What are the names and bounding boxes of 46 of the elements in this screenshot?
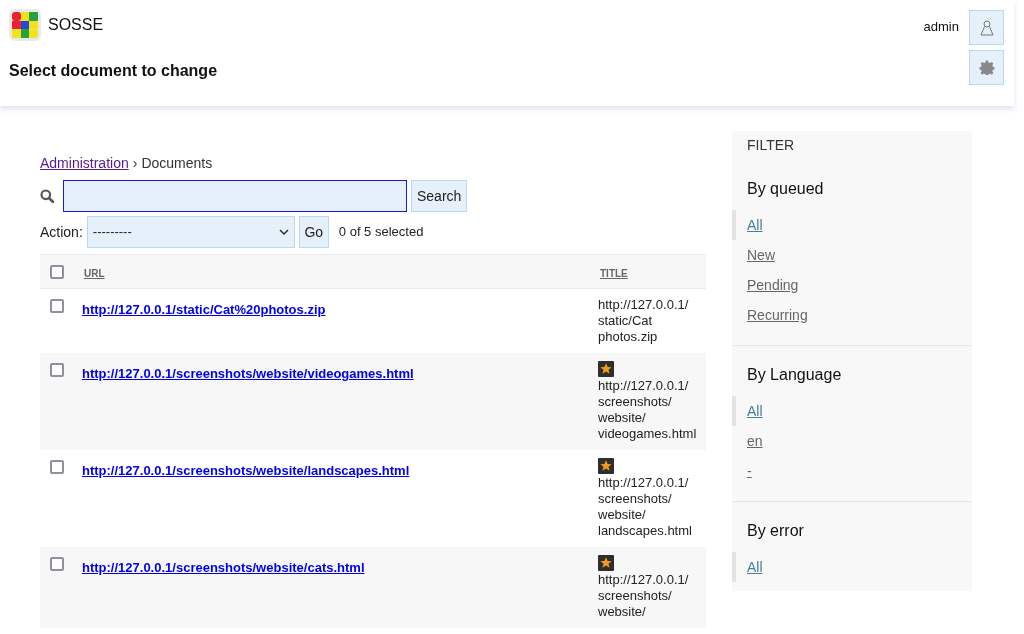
brand-name[interactable]: SOSSE bbox=[48, 13, 104, 37]
filter-heading: FILTER bbox=[747, 136, 796, 155]
filter-option[interactable]: All bbox=[732, 552, 763, 582]
url-link[interactable]: http://127.0.0.1/screenshots/website/cats.html bbox=[82, 560, 365, 575]
title-text: http://127.0.0.1/screenshots/website/landscapes.html bbox=[598, 475, 693, 539]
select-all-checkbox[interactable] bbox=[50, 264, 64, 279]
filter-option[interactable]: All bbox=[732, 396, 763, 426]
user-icon bbox=[979, 19, 994, 36]
row-checkbox[interactable] bbox=[50, 363, 64, 377]
search-button[interactable]: Search bbox=[411, 180, 468, 212]
filter-option[interactable]: New bbox=[732, 240, 775, 270]
filter-group-title: By error bbox=[747, 521, 805, 541]
breadcrumb-link[interactable]: Administration bbox=[40, 153, 129, 173]
filter-option[interactable]: - bbox=[732, 456, 752, 486]
action-label: Action: bbox=[40, 222, 83, 242]
settings-button[interactable] bbox=[969, 50, 1004, 85]
page-title: Select document to change bbox=[9, 61, 218, 81]
title-text: http://127.0.0.1/screenshots/website/videogames.html bbox=[598, 378, 698, 442]
chevron-down-icon bbox=[278, 229, 289, 235]
username: admin bbox=[923, 18, 959, 36]
filter-group-title: By Language bbox=[747, 365, 843, 385]
title-text: http://127.0.0.1/screenshots/website/ bbox=[598, 572, 690, 620]
logo-icon bbox=[9, 9, 41, 41]
title-text: http://127.0.0.1/static/Cat photos.zip bbox=[598, 297, 690, 345]
breadcrumb-separator: › bbox=[132, 154, 138, 173]
row-checkbox[interactable] bbox=[50, 557, 64, 571]
settings-icon bbox=[978, 59, 995, 76]
breadcrumb-current: Documents bbox=[141, 154, 213, 173]
action-select[interactable]: --------- bbox=[86, 216, 295, 248]
url-link[interactable]: http://127.0.0.1/screenshots/website/videogames.html bbox=[82, 366, 414, 381]
column-header[interactable]: TITLE bbox=[600, 267, 628, 279]
row-checkbox[interactable] bbox=[50, 299, 64, 313]
row-checkbox[interactable] bbox=[50, 460, 64, 474]
url-link[interactable]: http://127.0.0.1/static/Cat%20photos.zip bbox=[82, 302, 326, 317]
filter-group-title: By queued bbox=[747, 179, 825, 199]
user-button[interactable] bbox=[969, 10, 1004, 45]
filter-option[interactable]: Recurring bbox=[732, 300, 808, 330]
selection-counter: 0 of 5 selected bbox=[338, 223, 424, 242]
search-field[interactable] bbox=[63, 180, 407, 212]
url-link[interactable]: http://127.0.0.1/screenshots/website/landscapes.html bbox=[82, 463, 410, 478]
go-button[interactable]: Go bbox=[298, 216, 329, 248]
column-header[interactable]: URL bbox=[84, 267, 105, 279]
filter-option[interactable]: en bbox=[732, 426, 763, 456]
filter-option[interactable]: All bbox=[732, 210, 763, 240]
search-icon bbox=[40, 189, 54, 203]
filter-option[interactable]: Pending bbox=[732, 270, 799, 300]
